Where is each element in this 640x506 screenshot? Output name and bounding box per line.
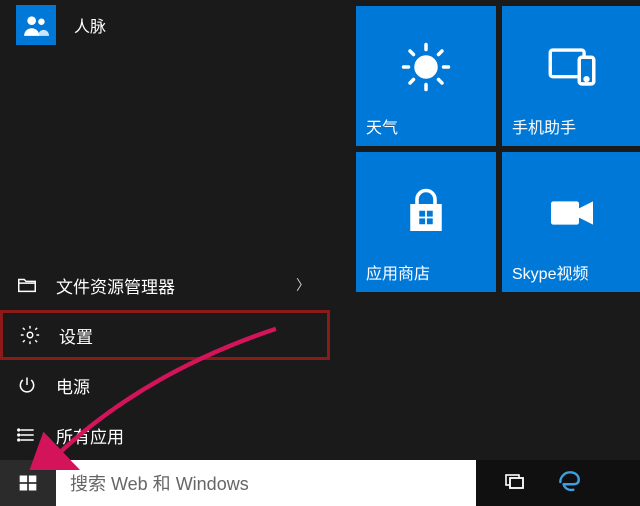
windows-logo-icon (18, 473, 38, 493)
menu-label: 文件资源管理器 (56, 273, 175, 298)
sun-icon (396, 37, 456, 102)
power-icon (16, 374, 38, 396)
menu-label: 设置 (59, 323, 93, 348)
tile-store[interactable]: 应用商店 (356, 152, 496, 292)
app-label: 人脉 (74, 13, 106, 37)
tile-phone-companion[interactable]: 手机助手 (502, 6, 640, 146)
search-placeholder-text: 搜索 Web 和 Windows (70, 470, 249, 496)
start-menu-list: 文件资源管理器 〉 设置 电源 (0, 260, 330, 460)
menu-power[interactable]: 电源 (0, 360, 330, 410)
taskbar: 搜索 Web 和 Windows (0, 460, 640, 506)
tile-label: 手机助手 (512, 114, 576, 138)
tile-label: 天气 (366, 114, 398, 138)
edge-icon[interactable] (556, 468, 582, 499)
start-menu-panel: 人脉 文件资源管理器 〉 设置 (0, 0, 640, 460)
start-button[interactable] (0, 460, 56, 506)
menu-label: 所有应用 (56, 423, 124, 448)
menu-label: 电源 (56, 373, 90, 398)
tile-skype-video[interactable]: Skype视频 (502, 152, 640, 292)
video-icon (544, 185, 600, 246)
tile-label: Skype视频 (512, 260, 588, 284)
live-tiles-grid: 天气 手机助手 (356, 6, 640, 292)
task-view-icon[interactable] (502, 469, 526, 498)
all-apps-icon (16, 424, 38, 446)
tile-label: 应用商店 (366, 260, 430, 284)
people-icon (16, 5, 56, 45)
store-icon (399, 186, 453, 245)
menu-settings[interactable]: 设置 (0, 310, 330, 360)
chevron-right-icon: 〉 (296, 275, 310, 295)
app-item-people[interactable]: 人脉 (0, 0, 330, 50)
menu-file-explorer[interactable]: 文件资源管理器 〉 (0, 260, 330, 310)
devices-icon (543, 38, 601, 101)
tile-weather[interactable]: 天气 (356, 6, 496, 146)
start-left-column: 人脉 文件资源管理器 〉 设置 (0, 0, 330, 460)
gear-icon (19, 324, 41, 346)
taskbar-icons (476, 460, 640, 506)
search-input[interactable]: 搜索 Web 和 Windows (56, 460, 476, 506)
menu-all-apps[interactable]: 所有应用 (0, 410, 330, 460)
folder-icon (16, 274, 38, 296)
